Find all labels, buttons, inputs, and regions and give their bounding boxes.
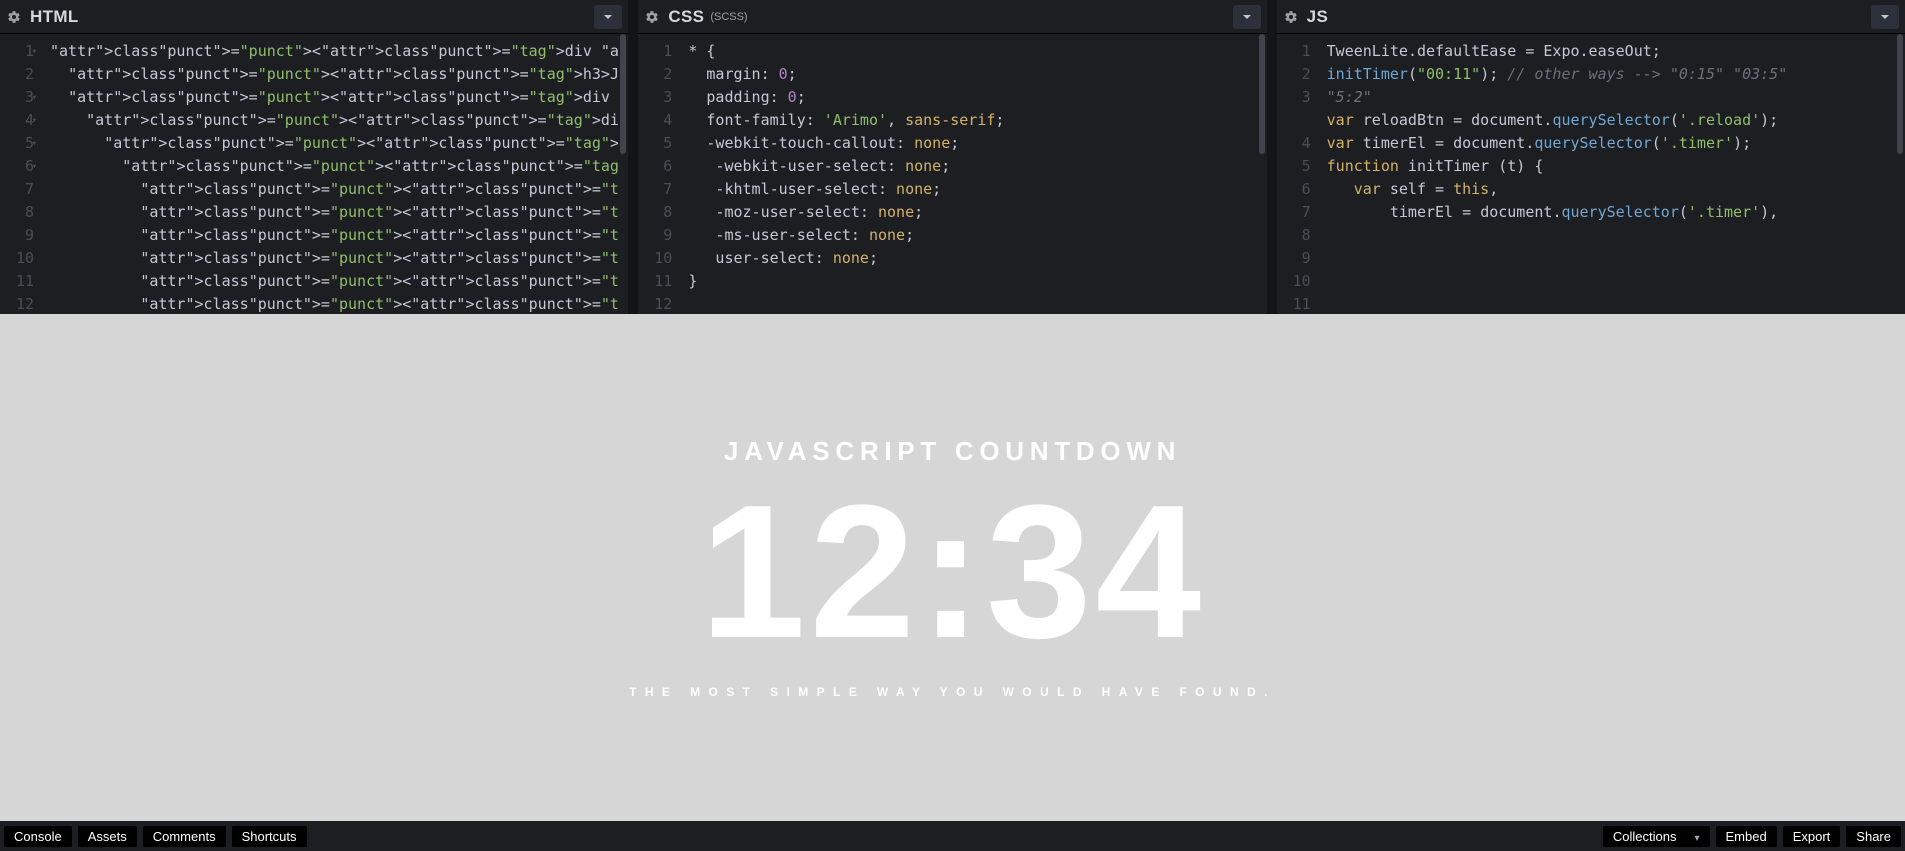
- gear-icon[interactable]: [644, 9, 660, 25]
- assets-button[interactable]: Assets: [78, 826, 137, 847]
- html-pane-dropdown[interactable]: [594, 5, 622, 29]
- preview-clock: 12:34: [700, 477, 1205, 667]
- scrollbar-vertical[interactable]: [1895, 34, 1905, 314]
- export-button[interactable]: Export: [1783, 826, 1841, 847]
- css-pane-title: CSS: [668, 7, 704, 27]
- css-pane-dropdown[interactable]: [1233, 5, 1261, 29]
- share-button[interactable]: Share: [1846, 826, 1901, 847]
- html-pane-title: HTML: [30, 7, 79, 27]
- scrollbar-vertical[interactable]: [1257, 34, 1267, 314]
- shortcuts-button[interactable]: Shortcuts: [232, 826, 307, 847]
- preview-title: JAVASCRIPT COUNTDOWN: [724, 436, 1181, 467]
- preview-frame: JAVASCRIPT COUNTDOWN 12:34 THE MOST SIMP…: [0, 314, 1905, 821]
- collections-dropdown[interactable]: Collections: [1603, 826, 1710, 847]
- js-pane-dropdown[interactable]: [1871, 5, 1899, 29]
- console-button[interactable]: Console: [4, 826, 72, 847]
- chevron-down-icon: [1880, 12, 1890, 22]
- html-code-area[interactable]: 123456789101112 "attr">class"punct">="pu…: [0, 34, 628, 314]
- js-editor-pane: JS 1234567891011 TweenLite.defaultEase =…: [1277, 0, 1905, 314]
- html-pane-header: HTML: [0, 0, 628, 34]
- chevron-down-icon: [1242, 12, 1252, 22]
- js-pane-header: JS: [1277, 0, 1905, 34]
- js-pane-title: JS: [1307, 7, 1328, 27]
- css-pane-header: CSS (SCSS): [638, 0, 1266, 34]
- embed-button[interactable]: Embed: [1716, 826, 1777, 847]
- css-pane-subtitle: (SCSS): [710, 11, 747, 23]
- gear-icon[interactable]: [6, 9, 22, 25]
- footer-bar: Console Assets Comments Shortcuts Collec…: [0, 821, 1905, 851]
- css-code-area[interactable]: 123456789101112 * { margin: 0; padding: …: [638, 34, 1266, 314]
- chevron-down-icon: [603, 12, 613, 22]
- css-editor-pane: CSS (SCSS) 123456789101112 * { margin: 0…: [638, 0, 1266, 314]
- preview-tagline: THE MOST SIMPLE WAY YOU WOULD HAVE FOUND…: [629, 685, 1276, 699]
- html-editor-pane: HTML 123456789101112 "attr">class"punct"…: [0, 0, 628, 314]
- gear-icon[interactable]: [1283, 9, 1299, 25]
- js-code-area[interactable]: 1234567891011 TweenLite.defaultEase = Ex…: [1277, 34, 1905, 314]
- scrollbar-vertical[interactable]: [618, 34, 628, 314]
- comments-button[interactable]: Comments: [143, 826, 226, 847]
